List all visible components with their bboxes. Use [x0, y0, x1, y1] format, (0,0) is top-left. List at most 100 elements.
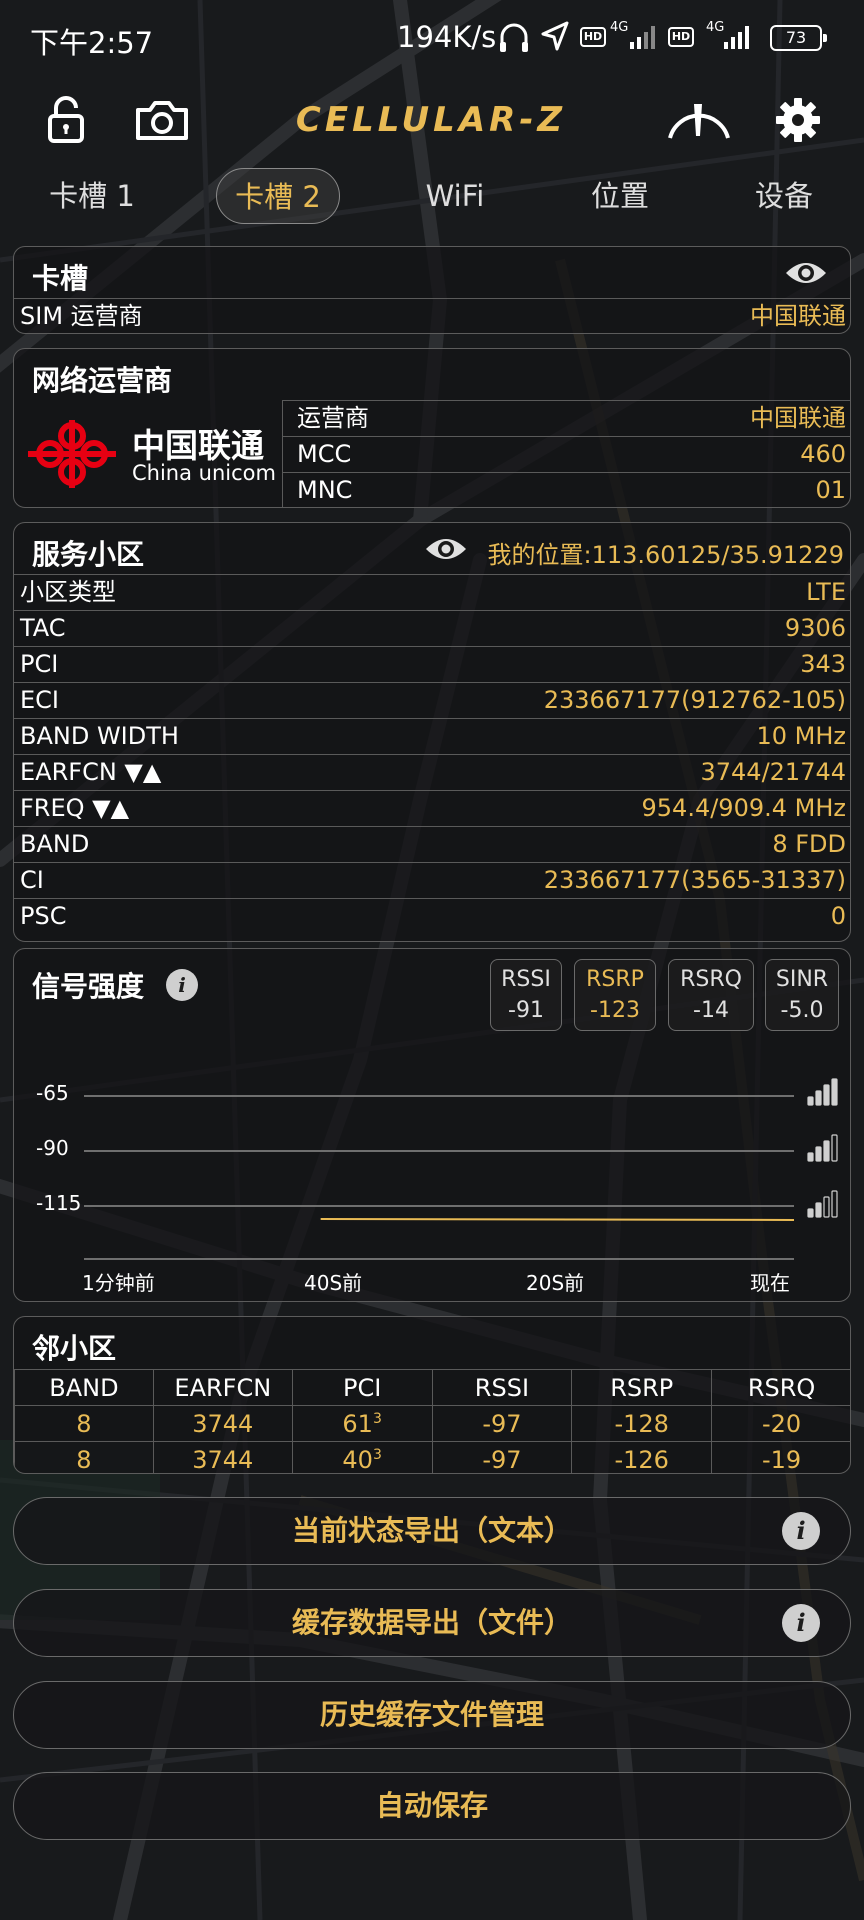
neighbor-table-header: BAND EARFCN PCI RSSI RSRP RSRQ — [14, 1369, 850, 1406]
tab-slot-1[interactable]: 卡槽 1 — [36, 168, 148, 224]
history-cache-label: 历史缓存文件管理 — [319, 1698, 544, 1731]
tac-label: TAC — [20, 614, 66, 642]
screenshot-button[interactable] — [130, 90, 194, 150]
neighbor-panel-title: 邻小区 — [32, 1332, 117, 1365]
cell-type-row: 小区类型 LTE — [14, 574, 850, 610]
signal-bars-icon-2 — [724, 26, 749, 49]
gear-icon — [776, 98, 820, 142]
app-logo: CELLULAR-Z — [295, 100, 567, 140]
cell-rssi: -97 — [431, 1405, 573, 1442]
tac-value: 9306 — [784, 614, 846, 642]
status-net-speed: 194K/s — [397, 20, 497, 54]
eci-row: ECI 233667177(912762-105) — [14, 682, 850, 718]
band-label: BAND — [20, 830, 90, 858]
cell-pci: 403 — [291, 1441, 433, 1474]
cell-rsrp: -128 — [571, 1405, 713, 1442]
export-text-button[interactable]: 当前状态导出（文本） i — [13, 1497, 851, 1565]
bandwidth-label: BAND WIDTH — [20, 722, 179, 750]
network-panel-title: 网络运营商 — [32, 364, 173, 397]
signal-level-icon — [807, 1078, 838, 1106]
pci-row: PCI 343 — [14, 646, 850, 682]
operator-row: 运营商 中国联通 — [282, 400, 850, 436]
table-row: 8 3744 613 -97 -128 -20 — [14, 1405, 850, 1442]
serving-cell-panel: 服务小区 我的位置:113.60125/35.91229 小区类型 LTE TAC 9… — [13, 522, 851, 942]
autosave-label: 自动保存 — [375, 1789, 488, 1822]
cell-band: 8 — [14, 1441, 154, 1473]
cell-earfcn: 3744 — [152, 1441, 293, 1473]
signal-chart: -65 -90 -115 1分钟前 40S前 20S前 现在 — [14, 949, 850, 1301]
rsrp-series-line — [320, 1218, 795, 1221]
export-text-label: 当前状态导出（文本） — [291, 1514, 572, 1547]
cell-pci-sup: 3 — [372, 1410, 382, 1427]
col-rsrq: RSRQ — [711, 1369, 850, 1406]
battery-indicator: 73 — [770, 25, 827, 51]
eye-icon[interactable] — [784, 259, 828, 287]
network-operator-panel: 网络运营商 中国联通 China unicom 运营商 中国联通 MCC 460… — [13, 348, 851, 508]
autosave-button[interactable]: 自动保存 — [13, 1772, 851, 1840]
tac-row: TAC 9306 — [14, 610, 850, 646]
status-bar: 下午2:57 194K/s HD 4G HD 4G 73 — [0, 0, 864, 78]
cell-pci-value: 40 — [342, 1445, 373, 1474]
info-icon[interactable]: i — [782, 1604, 820, 1642]
camera-icon — [136, 101, 188, 140]
cell-pci: 613 — [291, 1405, 433, 1442]
signal-level-icon — [807, 1190, 838, 1218]
mnc-value: 01 — [815, 476, 846, 504]
signal-bars-icon-1 — [630, 26, 655, 49]
table-row: 8 3744 403 -97 -126 -19 — [14, 1441, 850, 1474]
tab-location[interactable]: 位置 — [572, 168, 668, 224]
settings-button[interactable] — [766, 90, 830, 150]
mcc-row: MCC 460 — [282, 436, 850, 472]
location-arrow-icon — [541, 21, 569, 51]
bandwidth-row: BAND WIDTH 10 MHz — [14, 718, 850, 754]
speedometer-icon — [668, 104, 730, 139]
cell-panel-title: 服务小区 — [32, 538, 145, 571]
cell-type-value: LTE — [806, 578, 846, 606]
speed-test-button[interactable] — [662, 90, 736, 150]
app-toolbar: CELLULAR-Z — [0, 90, 864, 150]
freq-row[interactable]: FREQ ▼▲ 954.4/909.4 MHz — [14, 790, 850, 826]
mnc-row: MNC 01 — [282, 472, 850, 507]
pci-label: PCI — [20, 650, 59, 678]
ci-label: CI — [20, 866, 44, 894]
tab-slot-2[interactable]: 卡槽 2 — [216, 168, 340, 224]
band-row: BAND 8 FDD — [14, 826, 850, 862]
slot-tabs: 卡槽 1 卡槽 2 WiFi 位置 设备 — [0, 168, 864, 226]
tab-wifi[interactable]: WiFi — [404, 168, 506, 224]
earfcn-row[interactable]: EARFCN ▼▲ 3744/21744 — [14, 754, 850, 790]
signal-series-layer — [320, 1078, 838, 1221]
lock-button[interactable] — [34, 90, 98, 150]
col-rsrp: RSRP — [571, 1369, 713, 1406]
ci-row: CI 233667177(3565-31337) — [14, 862, 850, 898]
band-value: 8 FDD — [772, 830, 846, 858]
psc-value: 0 — [830, 902, 846, 930]
history-cache-button[interactable]: 历史缓存文件管理 — [13, 1681, 851, 1749]
china-unicom-logo-icon — [28, 420, 116, 488]
cell-rsrq: -20 — [711, 1405, 850, 1442]
bandwidth-value: 10 MHz — [756, 722, 846, 750]
eye-icon[interactable] — [424, 535, 468, 563]
my-location-value[interactable]: 我的位置:113.60125/35.91229 — [488, 535, 844, 570]
eci-value: 233667177(912762-105) — [543, 686, 846, 714]
unicom-logo-cn: 中国联通 — [132, 426, 264, 465]
cell-rsrp: -126 — [571, 1441, 713, 1473]
col-rssi: RSSI — [431, 1369, 573, 1406]
col-earfcn: EARFCN — [152, 1369, 293, 1406]
info-icon[interactable]: i — [782, 1512, 820, 1550]
signal-level-icon — [807, 1134, 838, 1162]
cell-earfcn: 3744 — [152, 1405, 293, 1442]
sim-carrier-row: SIM 运营商 中国联通 — [14, 298, 850, 333]
cell-pci-sup: 3 — [372, 1446, 382, 1463]
cell-type-label: 小区类型 — [20, 578, 116, 606]
tab-device[interactable]: 设备 — [736, 168, 832, 224]
freq-label: FREQ ▼▲ — [20, 794, 130, 822]
neighbor-table: BAND EARFCN PCI RSSI RSRP RSRQ 8 3744 61… — [14, 1369, 850, 1474]
psc-row: PSC 0 — [14, 898, 850, 934]
export-file-button[interactable]: 缓存数据导出（文件） i — [13, 1589, 851, 1657]
lock-icon — [48, 96, 84, 143]
sim-carrier-value: 中国联通 — [750, 302, 846, 330]
cell-pci-value: 61 — [342, 1409, 373, 1438]
export-file-label: 缓存数据导出（文件） — [291, 1606, 572, 1639]
cell-rsrq: -19 — [711, 1441, 850, 1473]
slot-panel-title: 卡槽 — [32, 262, 89, 295]
